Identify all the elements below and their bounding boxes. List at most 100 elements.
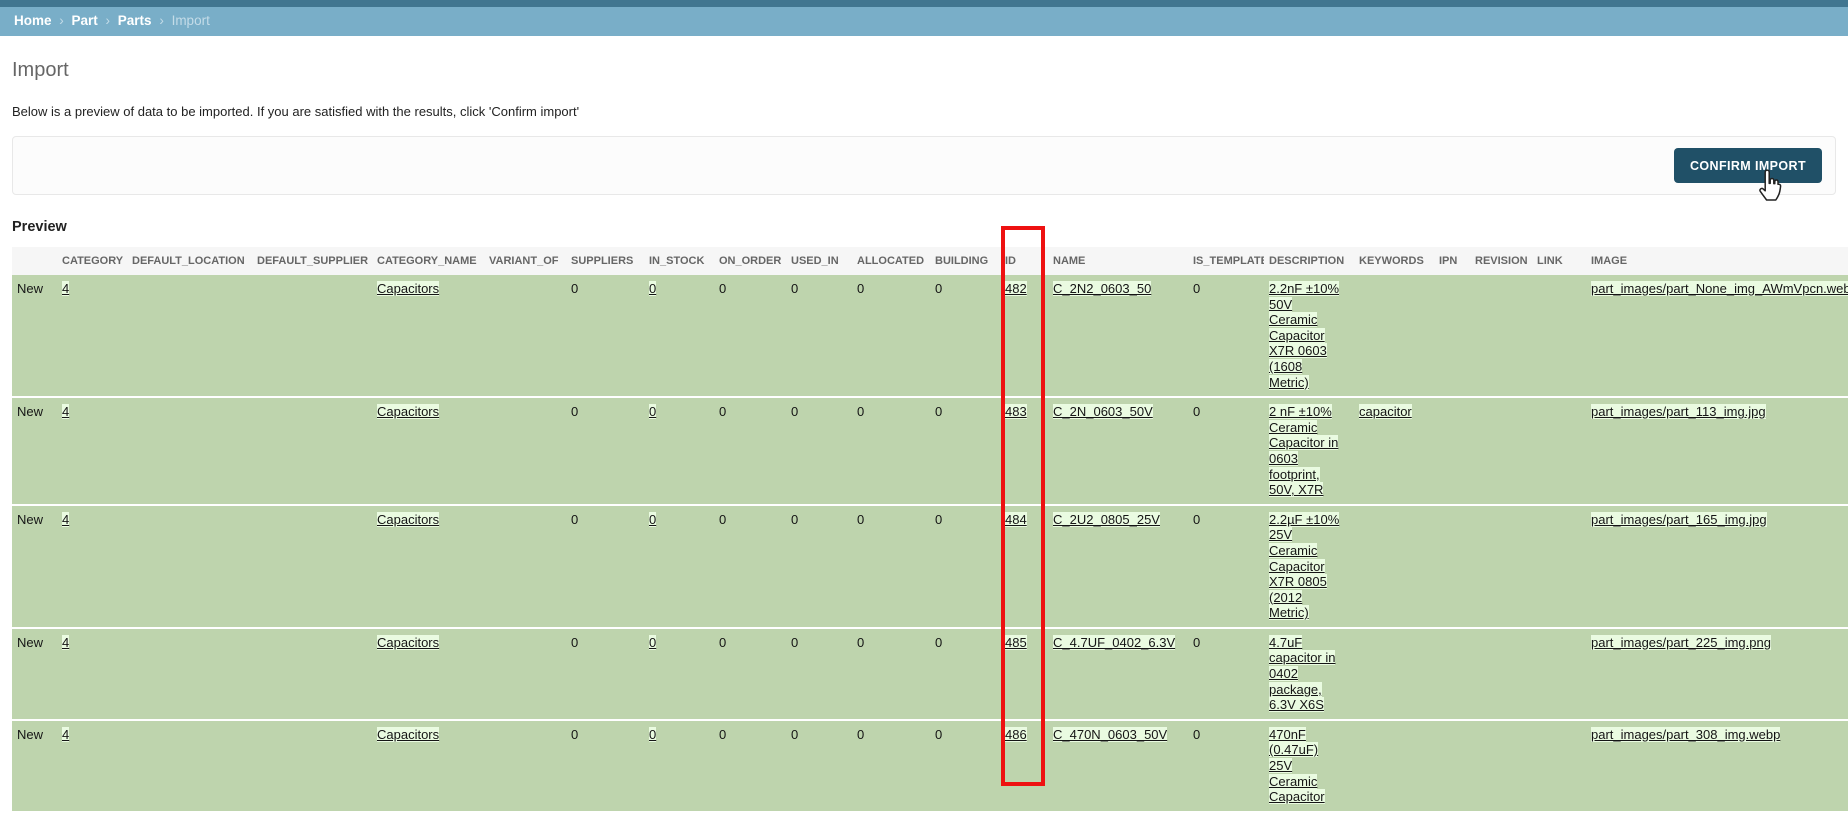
preview-heading: Preview xyxy=(12,219,67,235)
diff-inserted-value: 4 xyxy=(62,726,70,742)
cell-default-supplier xyxy=(252,720,372,812)
cell-used-in: 0 xyxy=(791,511,799,527)
diff-inserted-value: part_images/part_308_img.webp xyxy=(1591,726,1781,742)
cell-description: 470nF (0.47uF) 25V Ceramic Capacitor xyxy=(1264,720,1354,812)
column-header-name: NAME xyxy=(1048,247,1188,275)
diff-inserted-value: part_images/part_165_img.jpg xyxy=(1591,511,1767,527)
diff-inserted-value: 0 xyxy=(649,404,657,420)
breadcrumb-link-part[interactable]: Part xyxy=(72,13,98,28)
cell-suppliers: 0 xyxy=(571,634,579,650)
cell-building: 0 xyxy=(935,634,943,650)
column-header-id: ID xyxy=(1000,247,1048,275)
cell-building: 0 xyxy=(935,511,943,527)
diff-inserted-value: 2 nF ±10% Ceramic Capacitor in 0603 foot… xyxy=(1269,404,1339,498)
cell-allocated: 0 xyxy=(857,726,865,742)
cell-revision xyxy=(1470,720,1532,812)
cell-category: 4 xyxy=(57,628,127,720)
diff-inserted-value: Capacitors xyxy=(377,511,440,527)
cell-ipn xyxy=(1434,397,1470,505)
cell-used-in: 0 xyxy=(791,281,799,296)
cell-revision xyxy=(1470,397,1532,505)
diff-inserted-value: 0 xyxy=(649,634,657,650)
cell-name: C_2N2_0603_50 xyxy=(1048,275,1188,397)
table-row: New 4 Capacitors 0 0 0 0 0 0 485 C_4.7UF_0402_6.3V… xyxy=(12,627,1848,720)
column-header-building: BUILDING xyxy=(930,247,1000,275)
cell-variant-of xyxy=(484,720,566,812)
cell-image: part_images/part_308_img.webp xyxy=(1586,720,1848,812)
cell-variant-of xyxy=(484,505,566,628)
column-header-used-in: USED_IN xyxy=(786,247,852,275)
diff-inserted-value: capacitor xyxy=(1359,404,1412,420)
cell-on-order: 0 xyxy=(719,511,727,527)
cell-default-location xyxy=(127,628,252,720)
cell-is-template: 0 xyxy=(1193,634,1201,650)
cell-status: New xyxy=(17,511,44,527)
cell-status: New xyxy=(17,404,44,420)
cell-default-supplier xyxy=(252,275,372,397)
cell-in-stock: 0 xyxy=(644,397,714,505)
table-row: New 4 Capacitors 0 0 0 0 0 0 483 C_2N_0603_50V 0 2 n… xyxy=(12,397,1848,505)
cell-is-template: 0 xyxy=(1193,511,1201,527)
diff-inserted-value: 4 xyxy=(62,404,70,420)
diff-inserted-value: 470nF (0.47uF) 25V Ceramic Capacitor xyxy=(1269,726,1325,805)
table-row: New 4 Capacitors 0 0 0 0 0 0 486 C_470N_0603_50V 0 4… xyxy=(12,719,1848,812)
diff-inserted-value: Capacitors xyxy=(377,281,440,296)
cell-id: 485 xyxy=(1000,628,1048,720)
cell-description: 2 nF ±10% Ceramic Capacitor in 0603 foot… xyxy=(1264,397,1354,505)
cell-used-in: 0 xyxy=(791,726,799,742)
cell-link xyxy=(1532,275,1586,397)
column-header-is-template: IS_TEMPLATE xyxy=(1188,247,1264,275)
cell-allocated: 0 xyxy=(857,634,865,650)
cell-image: part_images/part_None_img_AWmVpcn.webp xyxy=(1586,275,1848,397)
cell-status: New xyxy=(17,634,44,650)
cell-id: 484 xyxy=(1000,505,1048,628)
column-header-link: LINK xyxy=(1532,247,1586,275)
cell-on-order: 0 xyxy=(719,404,727,420)
cell-image: part_images/part_165_img.jpg xyxy=(1586,505,1848,628)
column-header-variant-of: VARIANT_OF xyxy=(484,247,566,275)
cell-default-supplier xyxy=(252,505,372,628)
cell-is-template: 0 xyxy=(1193,726,1201,742)
diff-inserted-value: 0 xyxy=(649,726,657,742)
diff-inserted-value: 4.7uF capacitor in 0402 package, 6.3V X6… xyxy=(1269,634,1336,713)
cell-used-in: 0 xyxy=(791,634,799,650)
column-header-category-name: CATEGORY_NAME xyxy=(372,247,484,275)
cell-default-location xyxy=(127,275,252,397)
cell-in-stock: 0 xyxy=(644,720,714,812)
breadcrumb-link-home[interactable]: Home xyxy=(14,13,52,28)
column-header-description: DESCRIPTION xyxy=(1264,247,1354,275)
cell-link xyxy=(1532,628,1586,720)
diff-inserted-value: 485 xyxy=(1005,634,1027,650)
cell-link xyxy=(1532,397,1586,505)
cell-description: 2.2nF ±10% 50V Ceramic Capacitor X7R 060… xyxy=(1264,275,1354,397)
breadcrumb-link-parts[interactable]: Parts xyxy=(118,13,152,28)
cell-allocated: 0 xyxy=(857,511,865,527)
cell-category-name: Capacitors xyxy=(372,720,484,812)
cell-variant-of xyxy=(484,628,566,720)
cell-description: 4.7uF capacitor in 0402 package, 6.3V X6… xyxy=(1264,628,1354,720)
column-header-on-order: ON_ORDER xyxy=(714,247,786,275)
app-header-bar xyxy=(0,0,1848,7)
column-header-suppliers: SUPPLIERS xyxy=(566,247,644,275)
cell-used-in: 0 xyxy=(791,404,799,420)
column-header-default-location: DEFAULT_LOCATION xyxy=(127,247,252,275)
cell-revision xyxy=(1470,628,1532,720)
confirm-import-button[interactable]: CONFIRM IMPORT xyxy=(1673,148,1822,183)
cell-keywords xyxy=(1354,720,1434,812)
cell-name: C_470N_0603_50V xyxy=(1048,720,1188,812)
cell-id: 486 xyxy=(1000,720,1048,812)
cell-ipn xyxy=(1434,275,1470,397)
column-header-status xyxy=(12,247,57,275)
diff-inserted-value: part_images/part_113_img.jpg xyxy=(1591,404,1766,420)
cell-variant-of xyxy=(484,397,566,505)
cell-category: 4 xyxy=(57,275,127,397)
cell-variant-of xyxy=(484,275,566,397)
column-header-revision: REVISION xyxy=(1470,247,1532,275)
diff-inserted-value: 482 xyxy=(1005,281,1027,296)
cell-default-supplier xyxy=(252,628,372,720)
cell-category-name: Capacitors xyxy=(372,628,484,720)
breadcrumb-current: Import xyxy=(171,13,210,28)
diff-inserted-value: part_images/part_225_img.png xyxy=(1591,634,1771,650)
cell-building: 0 xyxy=(935,281,943,296)
page-title: Import xyxy=(12,59,69,81)
